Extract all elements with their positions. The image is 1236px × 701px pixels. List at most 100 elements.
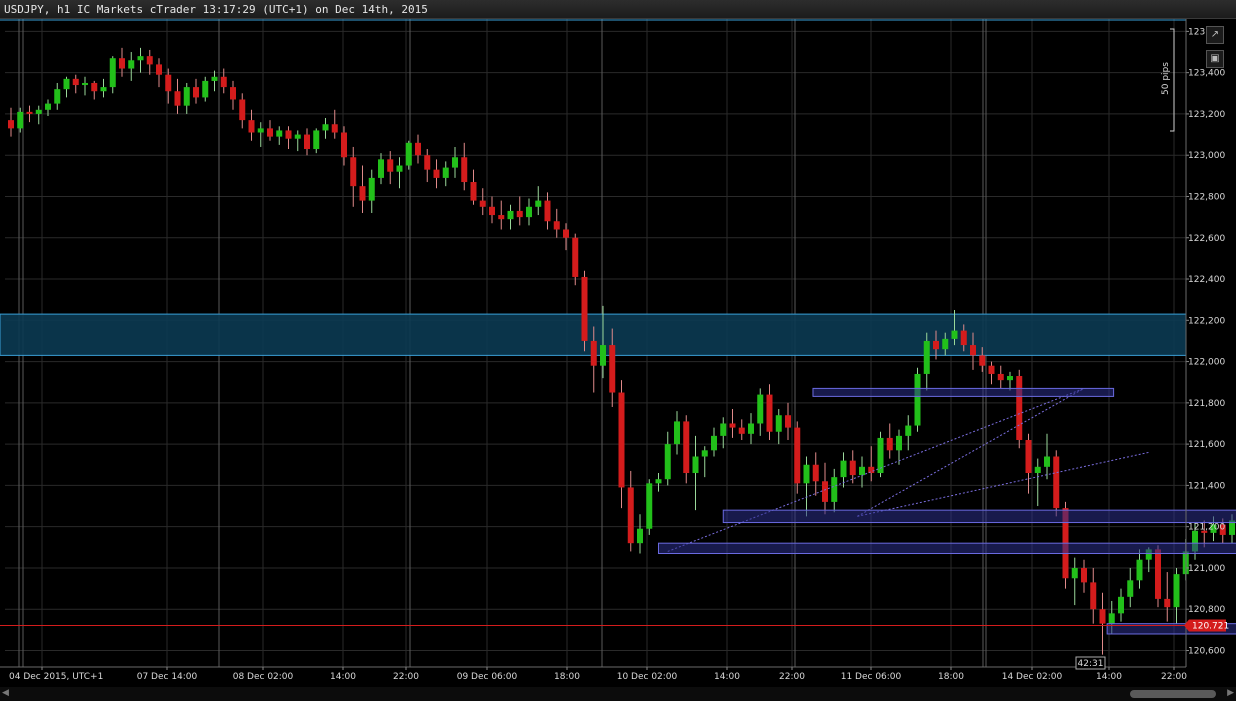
candle-body (174, 91, 181, 106)
candle-bearish (156, 58, 162, 88)
candle-bearish (729, 409, 736, 438)
time-axis-label: 22:00 (779, 672, 805, 682)
candle-body (461, 157, 468, 183)
candle-bullish (877, 431, 884, 478)
candle-body (831, 477, 838, 502)
candle-bullish (1044, 433, 1050, 480)
candle-body (609, 345, 616, 393)
price-axis-label: 120,800 (1188, 605, 1225, 615)
candle-body (507, 210, 514, 220)
candle-body (396, 165, 403, 172)
price-axis-label: 122,600 (1188, 234, 1225, 244)
candle-bullish (452, 146, 458, 178)
time-axis-label: 22:00 (393, 672, 419, 682)
candle-bearish (766, 384, 773, 440)
candle-bearish (26, 105, 33, 123)
candle-body (378, 159, 384, 178)
candle-body (1136, 559, 1143, 581)
price-axis-label: 121,800 (1188, 399, 1225, 409)
time-axis-label: 07 Dec 14:00 (137, 672, 198, 682)
camera-icon[interactable]: ▣ (1206, 50, 1224, 68)
candle-body (803, 464, 810, 484)
candle-bullish (535, 186, 542, 216)
candle-bearish (544, 192, 551, 230)
candle-bullish (35, 105, 42, 125)
candle-bullish (923, 332, 930, 391)
scroll-right-arrow-icon[interactable]: ▶ (1224, 688, 1234, 700)
candle-body (942, 338, 949, 350)
price-axis-label: 123,200 (1188, 110, 1225, 120)
candle-body (331, 124, 338, 133)
price-axis-label: 122,400 (1188, 275, 1225, 285)
time-axis-label: 14:00 (714, 672, 740, 682)
candle-body (544, 200, 551, 222)
scrollbar-thumb[interactable] (1130, 690, 1216, 698)
candle-bearish (230, 80, 236, 110)
candle-body (563, 229, 569, 238)
candle-body (322, 124, 329, 131)
candle-body (1173, 574, 1180, 608)
candle-body (674, 421, 680, 445)
candle-body (304, 134, 310, 150)
candle-bearish (8, 107, 14, 137)
candle-body (785, 415, 791, 428)
time-axis-label: 18:00 (554, 672, 580, 682)
candle-body (1081, 567, 1087, 583)
candle-bearish (572, 233, 579, 286)
candle-body (294, 134, 301, 139)
price-axis-label: 122,200 (1188, 316, 1225, 326)
candle-body (997, 373, 1004, 381)
candle-body (100, 87, 107, 92)
candle-body (933, 340, 939, 350)
candle-body (368, 177, 375, 201)
candle-countdown: 42:31 (1075, 656, 1106, 670)
horizontal-scrollbar[interactable]: ◀ ▶ (0, 687, 1236, 701)
scroll-left-arrow-icon[interactable]: ◀ (2, 688, 12, 700)
candle-bullish (664, 431, 671, 486)
candle-body (1108, 613, 1115, 624)
candle-bullish (100, 78, 107, 98)
candle-bullish (1034, 458, 1041, 507)
trendline[interactable] (857, 451, 1149, 517)
candle-body (359, 186, 366, 201)
trendline[interactable] (857, 387, 1085, 517)
candle-bullish (54, 82, 61, 110)
candle-bearish (1099, 592, 1106, 655)
candle-body (766, 394, 773, 432)
candle-bearish (868, 446, 875, 482)
candle-bearish (433, 159, 440, 189)
candle-bearish (1164, 572, 1171, 622)
candle-bullish (757, 388, 764, 436)
candle-body (1007, 376, 1013, 381)
candle-body (979, 355, 986, 366)
time-axis-label: 04 Dec 2015, UTC+1 (9, 672, 103, 682)
level-box[interactable] (722, 509, 1236, 524)
level-box[interactable] (812, 387, 1115, 397)
candle-body (276, 130, 283, 137)
candle-bearish (785, 402, 791, 440)
candle-bullish (507, 204, 514, 230)
candle-bearish (341, 126, 347, 166)
candle-bullish (368, 169, 375, 213)
candle-bullish (378, 153, 384, 185)
price-chart[interactable]: 123.4...123,400123,200123,000122,800122,… (0, 19, 1236, 701)
candle-body (822, 481, 828, 502)
candle-bearish (1053, 450, 1060, 517)
candle-body (1016, 376, 1023, 440)
candle-bearish (91, 80, 98, 100)
candle-bullish (1118, 588, 1124, 622)
price-axis-label: 123,000 (1188, 151, 1225, 161)
candle-bullish (183, 82, 190, 114)
candle-body (109, 58, 116, 88)
candle-bullish (137, 47, 144, 73)
popout-icon[interactable]: ↗ (1206, 26, 1224, 44)
candle-body (1099, 609, 1106, 624)
current-price-tag: 120.721 (1184, 619, 1229, 632)
window-title: USDJPY, h1 IC Markets cTrader 13:17:29 (… (4, 3, 428, 16)
candle-body (812, 464, 819, 482)
level-box[interactable] (658, 542, 1236, 554)
time-axis-label: 10 Dec 02:00 (617, 672, 678, 682)
candle-bullish (396, 157, 403, 189)
candle-bearish (498, 200, 505, 230)
candle-bullish (1136, 549, 1143, 589)
